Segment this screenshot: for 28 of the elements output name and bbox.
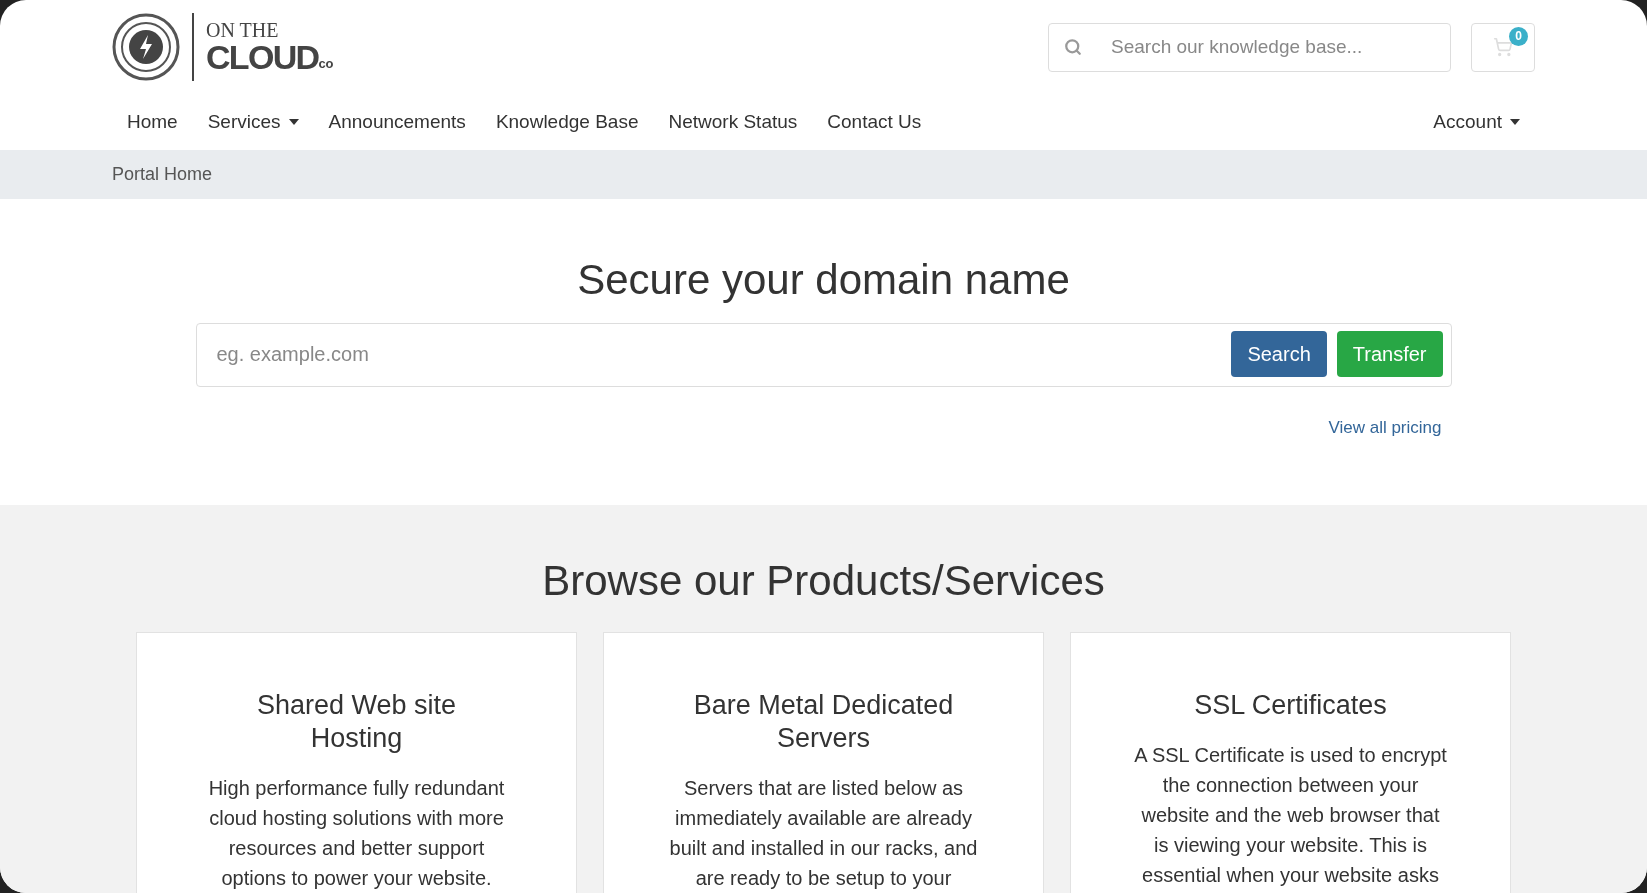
card-description: High performance fully redundant cloud hosting solutions with more resources and better support options to power your website. — [207, 775, 506, 891]
pricing-link[interactable]: View all pricing — [1328, 414, 1442, 440]
product-card[interactable]: SSL Certificates A SSL Certificate is used to encrypt the connection between your website and the web browser that is viewing your website. This is essential when your website asks — [1070, 631, 1511, 893]
account-menu[interactable]: Account — [1418, 107, 1535, 137]
logo[interactable]: ON THE CLOUDco — [112, 12, 334, 82]
badge-icon — [112, 13, 180, 81]
card-title: Shared Web site Hosting — [255, 688, 458, 755]
cart-icon — [1493, 37, 1513, 57]
product-card[interactable]: Bare Metal Dedicated Servers Servers that are listed below as immediately available are already built and installed in our racks, and are ready to be setup to your — [603, 631, 1044, 893]
card-description: A SSL Certificate is used to encrypt the connection between your website and the web browser that is viewing your website. This is essential when your website asks — [1133, 742, 1448, 888]
domain-title: Secure your domain name — [577, 255, 1070, 305]
search-button[interactable]: Search — [1231, 330, 1327, 377]
product-card[interactable]: Shared Web site Hosting High performance fully redundant cloud hosting solutions with more resources and better support options to power your website. — [136, 631, 577, 893]
search-icon — [1064, 37, 1082, 56]
nav-link[interactable]: Home — [112, 107, 193, 137]
card-description: Servers that are listed below as immediately available are already built and installed in our racks, and are ready to be setup to your — [668, 775, 979, 891]
card-title: Bare Metal Dedicated Servers — [692, 688, 955, 755]
nav-link[interactable]: Services — [192, 107, 314, 137]
nav-link[interactable]: Contact Us — [812, 107, 937, 137]
breadcrumb-link[interactable]: Portal Home — [112, 161, 213, 188]
cart-count: 0 — [1509, 26, 1528, 46]
logo-text: ON THE CLOUDco — [206, 20, 334, 74]
card-title: SSL Certificates — [1193, 688, 1388, 722]
nav-link[interactable]: Announcements — [313, 107, 481, 137]
nav-link[interactable]: Network Status — [653, 107, 813, 137]
nav-link[interactable]: Knowledge Base — [480, 107, 654, 137]
search-field[interactable]: Search our knowledge base... — [1048, 22, 1451, 72]
products-title: Browse our Products/Services — [542, 556, 1105, 606]
